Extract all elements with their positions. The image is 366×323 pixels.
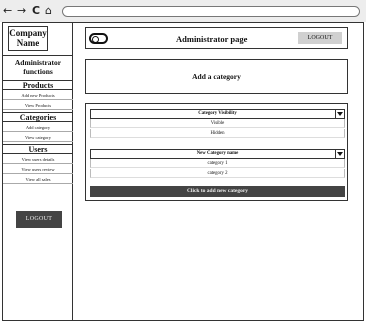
company-name-line2: Name (16, 38, 40, 48)
sidebar-logout-button[interactable]: LOGOUT (16, 211, 62, 228)
sidebar-item-view-users-details[interactable]: View users details (3, 155, 73, 164)
admin-functions-line2: functions (23, 67, 53, 76)
category-option-2[interactable]: category 2 (90, 169, 345, 178)
page-header: Administrator page LOGOUT (85, 27, 348, 49)
sidebar-divider (3, 55, 73, 56)
chevron-down-icon[interactable] (335, 150, 344, 158)
sidebar-item-view-category[interactable]: View category (3, 133, 73, 142)
chevron-down-icon[interactable] (335, 110, 344, 118)
add-category-form: Category Visibility Visible Hidden New C… (85, 103, 348, 201)
category-option-1[interactable]: category 1 (90, 159, 345, 168)
admin-functions-line1: Administrator (14, 58, 62, 67)
sidebar-heading-categories: Categories (3, 112, 73, 122)
category-visibility-select[interactable]: Category Visibility (90, 109, 345, 119)
sidebar-item-view-all-sales[interactable]: View all sales (3, 175, 73, 184)
sidebar: Company Name Administrator functions Pro… (3, 23, 73, 320)
company-name-box: Company Name (8, 26, 48, 51)
reload-icon[interactable]: C (32, 5, 40, 17)
back-arrow-icon[interactable]: ← (3, 5, 12, 17)
sidebar-heading-products: Products (3, 80, 73, 90)
admin-functions-title: Administrator functions (3, 58, 73, 76)
sidebar-heading-users: Users (3, 144, 73, 154)
page-title: Administrator page (176, 34, 248, 44)
browser-toolbar: ← → C ⌂ (0, 0, 366, 22)
address-bar[interactable] (62, 6, 360, 17)
sidebar-item-add-new-products[interactable]: Add new Products (3, 91, 73, 100)
header-logout-button[interactable]: LOGOUT (298, 32, 342, 44)
add-category-heading: Add a category (85, 59, 348, 94)
sidebar-item-view-users-review[interactable]: View users review (3, 165, 73, 174)
sidebar-item-add-category[interactable]: Add category (3, 123, 73, 132)
add-category-button[interactable]: Click to add new category (90, 186, 345, 197)
category-visibility-label: Category Visibility (198, 111, 237, 116)
page-frame: Company Name Administrator functions Pro… (2, 22, 364, 321)
toggle-icon[interactable] (89, 33, 108, 44)
forward-arrow-icon[interactable]: → (17, 5, 26, 17)
new-category-name-select[interactable]: New Category name (90, 149, 345, 159)
company-name-line1: Company (9, 28, 47, 38)
new-category-name-label: New Category name (196, 151, 239, 156)
home-icon[interactable]: ⌂ (45, 5, 52, 17)
sidebar-item-view-products[interactable]: View Products (3, 101, 73, 110)
visibility-option-visible[interactable]: Visible (90, 119, 345, 128)
visibility-option-hidden[interactable]: Hidden (90, 129, 345, 138)
